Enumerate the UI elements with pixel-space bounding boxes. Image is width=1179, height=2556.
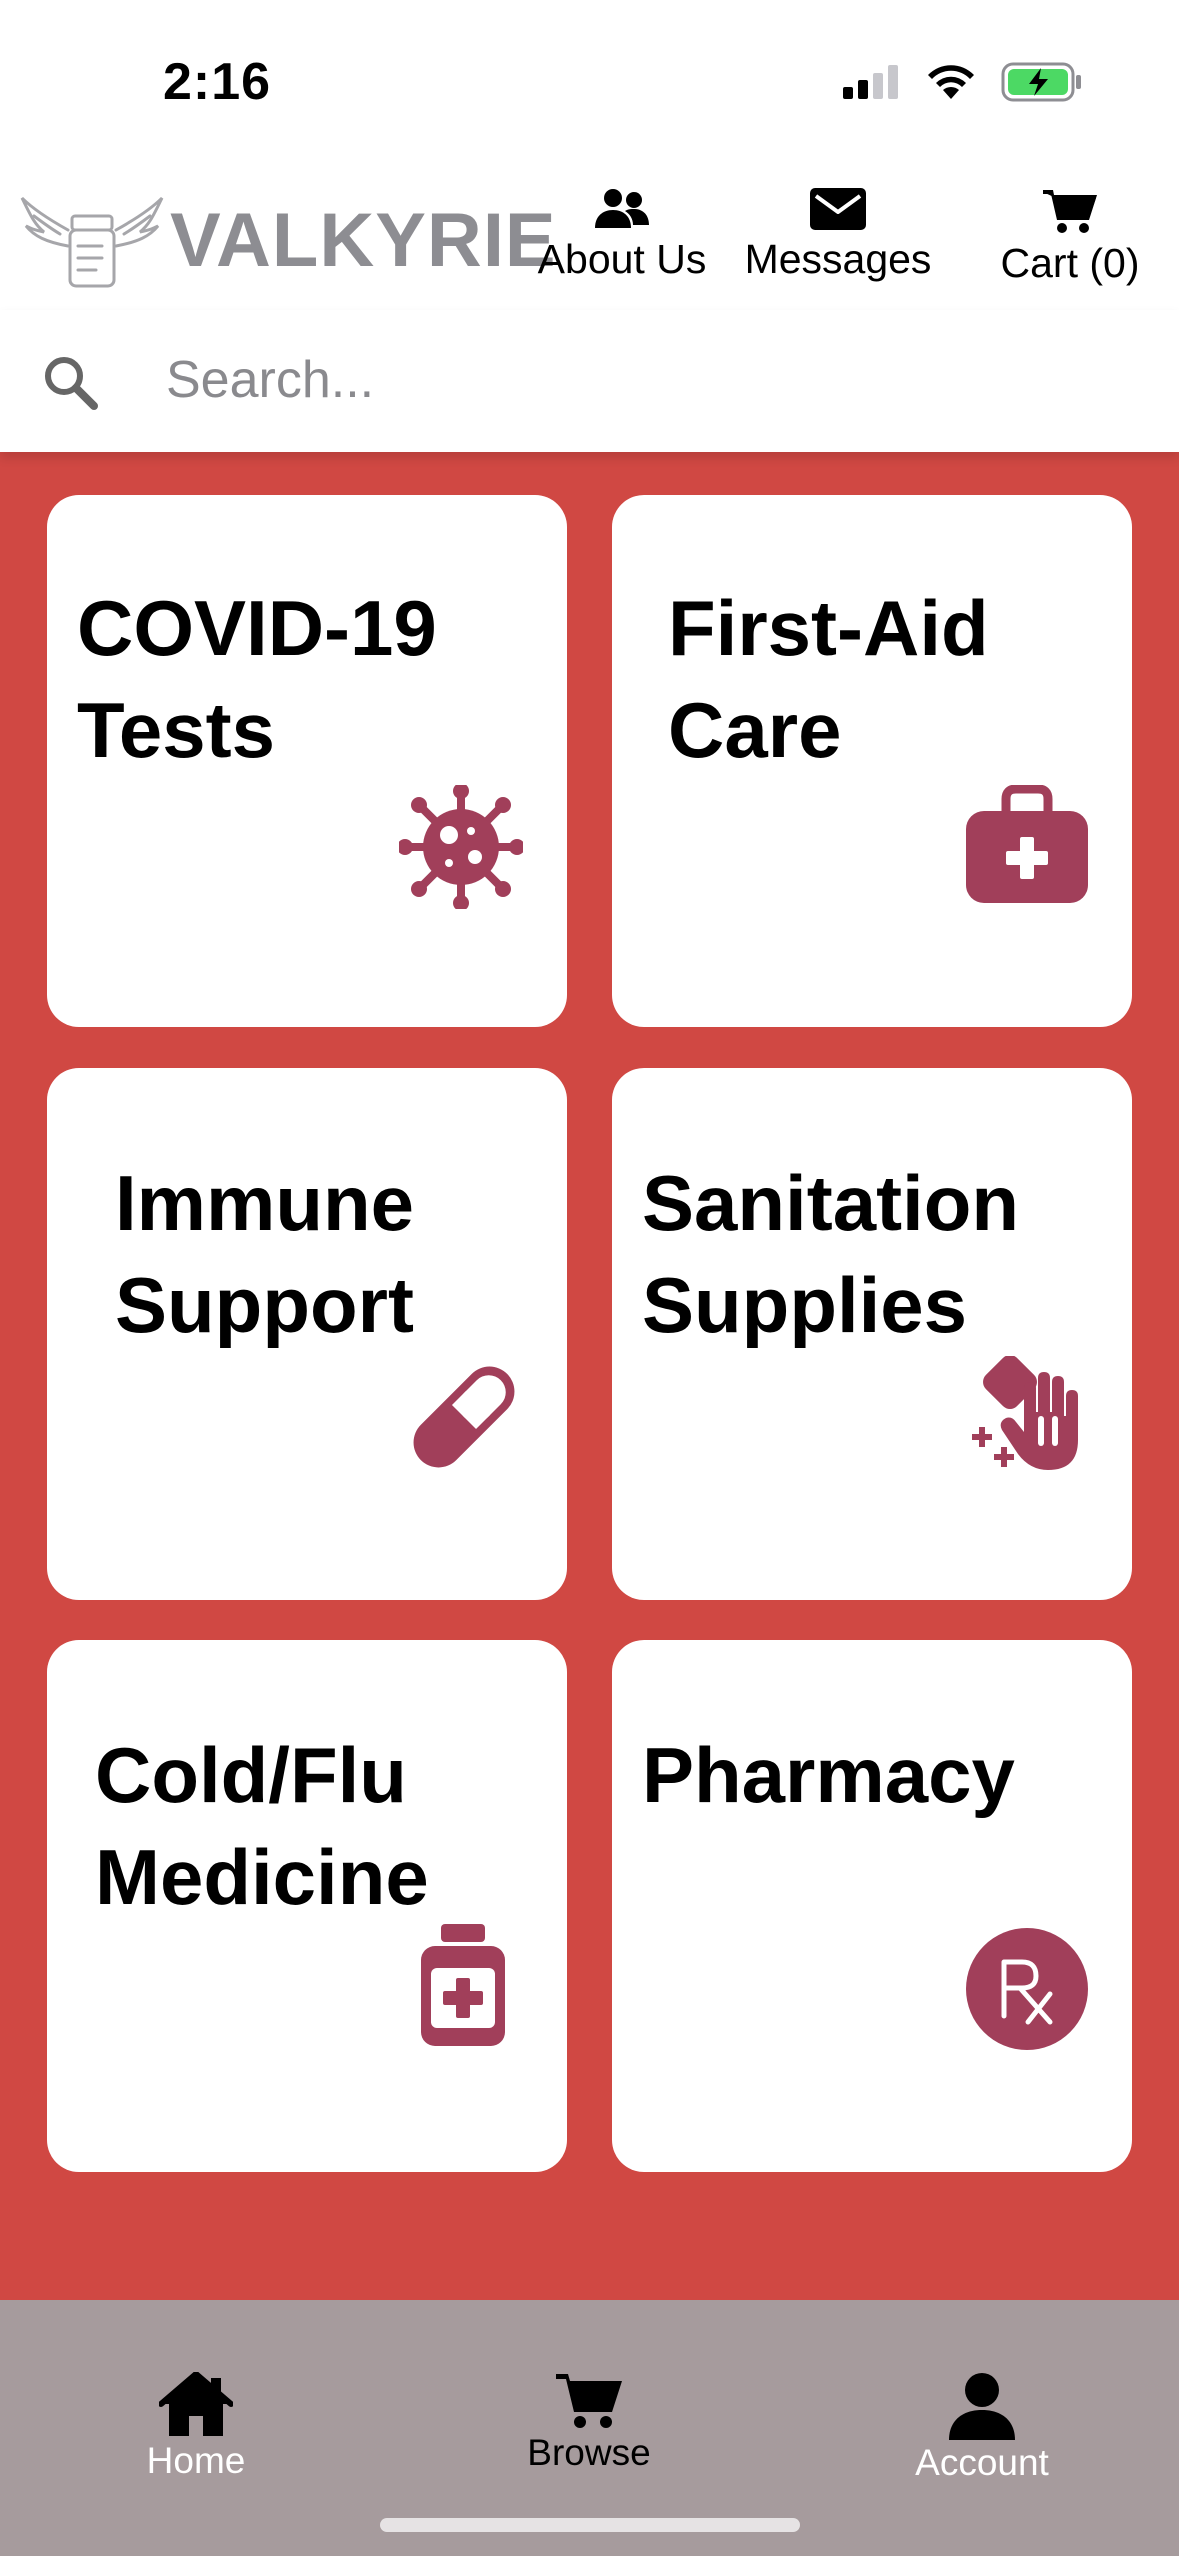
- search-input[interactable]: [166, 338, 1126, 422]
- category-title: Pharmacy: [642, 1724, 1015, 1826]
- tab-home[interactable]: Home: [76, 2372, 316, 2482]
- status-bar: 2:16: [0, 0, 1179, 170]
- category-title: First-Aid Care: [668, 577, 989, 781]
- envelope-icon: [810, 188, 866, 230]
- category-title: Sanitation Supplies: [642, 1152, 1019, 1356]
- nav-about-us-label: About Us: [537, 236, 707, 282]
- category-title: Immune Support: [115, 1152, 414, 1356]
- category-title-line2: Medicine: [95, 1833, 429, 1921]
- nav-cart[interactable]: Cart (0): [970, 188, 1170, 287]
- category-title-line2: Supplies: [642, 1261, 968, 1349]
- category-title-line2: Support: [115, 1261, 414, 1349]
- category-title-line1: COVID-19: [77, 584, 437, 672]
- category-title-line1: Pharmacy: [642, 1731, 1015, 1819]
- category-card-first-aid-care[interactable]: First-Aid Care: [612, 495, 1132, 1027]
- prescription-rx-icon: [966, 1928, 1088, 2050]
- hand-sparkles-icon: [972, 1356, 1078, 1470]
- category-card-cold-flu-medicine[interactable]: Cold/Flu Medicine: [47, 1640, 567, 2172]
- home-icon: [159, 2372, 233, 2436]
- cart-icon: [556, 2374, 622, 2428]
- first-aid-kit-icon: [966, 785, 1088, 903]
- category-title-line1: First-Aid: [668, 584, 989, 672]
- category-title-line1: Sanitation: [642, 1159, 1020, 1247]
- header: VALKYRIE About Us Messages Cart (0): [0, 170, 1179, 310]
- pill-capsule-icon: [413, 1366, 515, 1468]
- nav-cart-label: Cart (0): [1000, 240, 1140, 286]
- search-icon: [45, 357, 98, 410]
- brand-name: VALKYRIE: [170, 197, 557, 283]
- virus-icon: [399, 785, 523, 909]
- category-card-sanitation-supplies[interactable]: Sanitation Supplies: [612, 1068, 1132, 1600]
- category-title-line1: Cold/Flu: [95, 1731, 407, 1819]
- category-title-line2: Care: [668, 686, 842, 774]
- medicine-bottle-icon: [421, 1924, 505, 2046]
- home-indicator: [380, 2518, 800, 2532]
- cart-icon: [1043, 190, 1097, 233]
- tab-home-label: Home: [146, 2440, 246, 2481]
- app-screen: 2:16 VALKYRIE About Us Messages Cart (0)…: [0, 0, 1179, 2556]
- nav-messages-label: Messages: [744, 236, 932, 282]
- search-bar: [0, 310, 1179, 452]
- nav-messages[interactable]: Messages: [740, 188, 936, 283]
- battery-charging-icon: [1001, 62, 1081, 102]
- tab-browse[interactable]: Browse: [469, 2372, 709, 2474]
- tab-account-label: Account: [915, 2442, 1049, 2483]
- category-title: COVID-19 Tests: [77, 577, 437, 781]
- wifi-icon: [928, 65, 974, 99]
- user-icon: [949, 2373, 1015, 2440]
- category-card-pharmacy[interactable]: Pharmacy: [612, 1640, 1132, 2172]
- winged-bottle-logo-icon: [20, 196, 164, 288]
- category-title-line1: Immune: [115, 1159, 415, 1247]
- category-title: Cold/Flu Medicine: [95, 1724, 429, 1928]
- brand-logo[interactable]: VALKYRIE: [20, 190, 557, 290]
- tab-browse-label: Browse: [527, 2432, 651, 2473]
- category-title-line2: Tests: [77, 686, 275, 774]
- category-card-immune-support[interactable]: Immune Support: [47, 1068, 567, 1600]
- nav-about-us[interactable]: About Us: [532, 188, 712, 283]
- tab-account[interactable]: Account: [862, 2372, 1102, 2484]
- status-icons: [843, 62, 1083, 102]
- category-card-covid-19-tests[interactable]: COVID-19 Tests: [47, 495, 567, 1027]
- category-grid: COVID-19 Tests First-Aid Care Immune Sup…: [0, 452, 1179, 2300]
- status-time: 2:16: [163, 53, 272, 111]
- cellular-signal-icon: [843, 65, 898, 99]
- users-icon: [595, 189, 649, 228]
